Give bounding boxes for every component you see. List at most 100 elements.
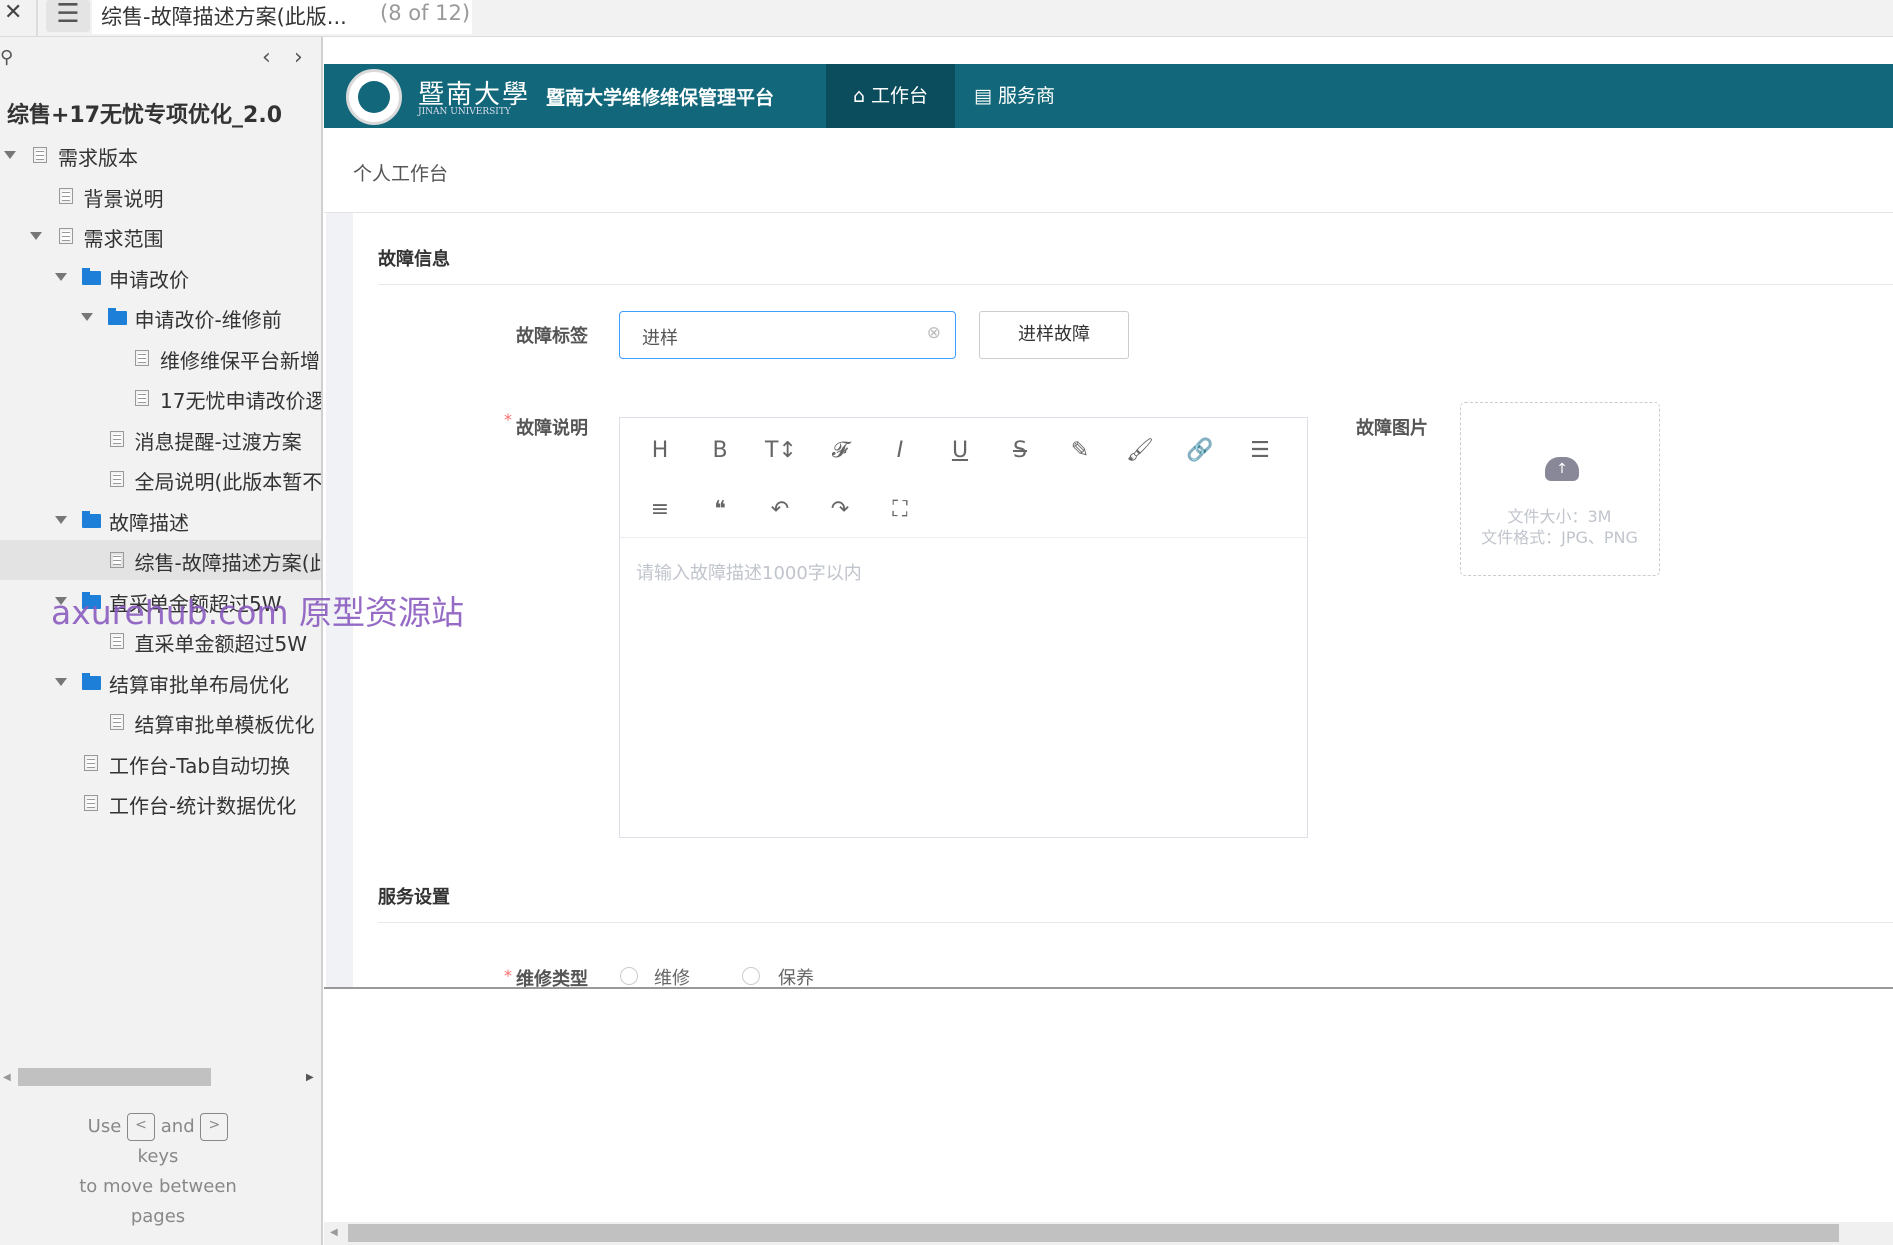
nav-tab-workbench[interactable]: ⌂ 工作台 [826, 64, 955, 128]
tree-item[interactable]: 故障描述 [0, 500, 321, 540]
divider [36, 0, 38, 37]
tree-item-label: 消息提醒-过渡方案 [134, 429, 302, 454]
tree-item-label: 结算审批单模板优化 [134, 713, 315, 737]
font-size-icon[interactable]: T↕ [765, 438, 797, 463]
brush-icon[interactable]: 🖌 [1125, 438, 1155, 463]
sidebar: ⚲ ‹ › 综售+17无忧专项优化_2.0 需求版本背景说明 需求范围申请改价申请… [0, 37, 323, 1245]
nav-label: 工作台 [871, 85, 929, 107]
tree-item[interactable]: 全局说明(此版本暂不 [0, 459, 321, 499]
divider [324, 212, 1893, 213]
tree-item[interactable]: 工作台-统计数据优化 [0, 783, 321, 823]
home-icon: ⌂ [852, 85, 865, 107]
quote-icon[interactable]: ❝ [705, 497, 735, 522]
heading-icon[interactable]: H [645, 438, 675, 463]
tree-item-label: 全局说明(此版本暂不 [134, 470, 322, 494]
folder-icon [82, 672, 101, 690]
tree-item[interactable]: 申请改价-维修前 [0, 297, 321, 337]
tree-item-label: 申请改价 [109, 267, 189, 292]
tree-item-label: 维修维保平台新增 [160, 348, 320, 373]
divider [378, 922, 1893, 923]
redo-icon[interactable]: ↷ [825, 497, 855, 522]
fault-tag-label: 故障标签 [516, 326, 588, 347]
platform-title: 暨南大学维修维保管理平台 [546, 87, 775, 109]
tree-item[interactable]: 背景说明 [0, 176, 321, 216]
tree-item-label: 需求版本 [58, 146, 138, 170]
expand-arrow-icon[interactable] [55, 272, 67, 281]
tree-item-label: 故障描述 [109, 510, 189, 535]
scroll-right-icon[interactable]: ▶ [306, 1072, 314, 1083]
strikethrough-icon[interactable]: S [1005, 438, 1035, 463]
help-and: and [160, 1116, 195, 1137]
upload-format: 文件格式：JPG、PNG [1481, 528, 1638, 547]
prototype-frame: 暨南大學 JINAN UNIVERSITY 暨南大学维修维保管理平台 ⌂ 工作台… [324, 64, 1893, 989]
list-icon[interactable]: ☰ [1245, 438, 1275, 463]
required-mark: * [504, 966, 512, 985]
page-count: (8 of 12) [380, 1, 471, 25]
underline-icon[interactable]: U [945, 438, 975, 463]
fault-tag-input[interactable]: 进样 ⊗ [619, 311, 956, 359]
image-upload[interactable]: ↑ 文件大小：3M 文件格式：JPG、PNG [1460, 402, 1660, 576]
page-icon [135, 349, 149, 366]
next-key: > [200, 1113, 229, 1141]
tree-item-label: 17无忧申请改价逻 [160, 389, 321, 413]
hamburger-icon[interactable]: ☰ [46, 0, 90, 32]
expand-arrow-icon[interactable] [55, 677, 67, 686]
desc-placeholder[interactable]: 请输入故障描述1000字以内 [636, 559, 862, 585]
highlight-icon[interactable]: ✎ [1065, 438, 1095, 463]
nav-tab-provider[interactable]: ▤ 服务商 [974, 64, 1055, 128]
viewer-topbar: ✕ ☰ 综售-故障描述方案(此版... (8 of 12) [0, 0, 1893, 37]
page-icon [109, 633, 124, 649]
radio-maintain[interactable] [742, 967, 760, 985]
close-icon[interactable]: ✕ [4, 0, 22, 25]
help-line4: pages [130, 1206, 186, 1227]
divider [378, 284, 1893, 285]
fault-tag-button[interactable]: 进样故障 [979, 311, 1129, 359]
bold-icon[interactable]: B [705, 438, 735, 463]
tree-item[interactable]: 结算审批单布局优化 [0, 662, 321, 702]
font-icon[interactable]: 𝓕 [825, 438, 855, 463]
clear-icon[interactable]: ⊗ [927, 323, 941, 343]
scrollbar-thumb[interactable] [18, 1068, 211, 1086]
tree-item-label: 综售-故障描述方案(此 [134, 551, 322, 575]
project-title: 综售+17无忧专项优化_2.0 [7, 103, 283, 128]
undo-icon[interactable]: ↶ [765, 497, 795, 522]
expand-arrow-icon[interactable] [80, 313, 93, 321]
page-icon [109, 471, 124, 487]
expand-arrow-icon[interactable] [55, 515, 67, 524]
align-icon[interactable]: ≡ [645, 497, 675, 522]
expand-arrow-icon[interactable] [29, 232, 42, 240]
rich-text-editor[interactable]: H B T↕ 𝓕 I U S ✎ 🖌 🔗 ☰ ≡ ❝ ↶ ↷ ⛶ 请输入故障描述1000字以内 [619, 417, 1308, 838]
folder-icon [107, 308, 127, 325]
radio-maintain-label[interactable]: 保养 [778, 964, 814, 987]
link-icon[interactable]: 🔗 [1185, 438, 1215, 463]
tree-item[interactable]: 17无忧申请改价逻 [0, 378, 321, 418]
scroll-left-icon[interactable]: ◀ [3, 1072, 11, 1083]
radio-repair-label[interactable]: 维修 [654, 964, 690, 987]
tree-item[interactable]: 工作台-Tab自动切换 [0, 743, 321, 783]
page-title: 综售-故障描述方案(此版... [101, 5, 347, 29]
fullscreen-icon[interactable]: ⛶ [885, 497, 915, 522]
tree-item[interactable]: 需求范围 [0, 216, 321, 256]
folder-icon [82, 267, 101, 285]
tree-item[interactable]: 需求版本 [0, 135, 321, 175]
tree-item[interactable]: 结算审批单模板优化 [0, 702, 321, 742]
tree-item[interactable]: 维修维保平台新增 [0, 338, 321, 378]
help-line3: to move between [79, 1176, 237, 1197]
sidebar-scrollbar[interactable]: ◀ ▶ [0, 1067, 321, 1087]
expand-arrow-icon[interactable] [4, 151, 16, 159]
next-page-icon[interactable]: › [294, 45, 303, 70]
page-icon [33, 147, 47, 163]
page-icon [84, 795, 98, 811]
radio-repair[interactable] [620, 967, 638, 985]
prev-key: < [127, 1113, 156, 1141]
scroll-left-icon[interactable]: ◀ [330, 1227, 338, 1238]
prev-page-icon[interactable]: ‹ [262, 45, 271, 70]
tree-item[interactable]: 综售-故障描述方案(此 [0, 540, 321, 580]
main-scrollbar[interactable]: ◀ [324, 1222, 1893, 1245]
tree-item[interactable]: 消息提醒-过渡方案 [0, 419, 321, 459]
fault-section-title: 故障信息 [378, 249, 450, 270]
italic-icon[interactable]: I [885, 438, 915, 463]
scrollbar-thumb[interactable] [348, 1224, 1839, 1242]
search-icon[interactable]: ⚲ [0, 47, 13, 68]
tree-item[interactable]: 申请改价 [0, 257, 321, 297]
